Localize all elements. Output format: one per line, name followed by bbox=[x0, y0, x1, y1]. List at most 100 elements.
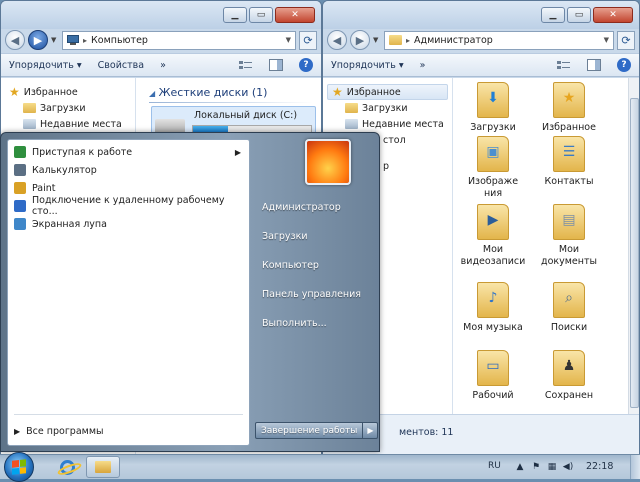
documents-icon: ▤ bbox=[553, 204, 585, 240]
volume-icon[interactable]: ◀) bbox=[562, 462, 574, 472]
view-options-icon[interactable] bbox=[239, 59, 253, 71]
organize-button[interactable]: Упорядочить ▾ bbox=[331, 60, 404, 71]
forward-button[interactable]: ▶ bbox=[28, 30, 48, 50]
nav-favorites[interactable]: ★ Избранное bbox=[327, 84, 448, 100]
start-link[interactable]: Администратор bbox=[255, 193, 375, 222]
recent-places-icon bbox=[345, 119, 358, 129]
nav-downloads[interactable]: Загрузки bbox=[1, 100, 135, 116]
refresh-button[interactable]: ⟳ bbox=[299, 30, 317, 50]
program-item[interactable]: Экранная лупа bbox=[8, 215, 249, 233]
start-menu: Приступая к работе ▶ Калькулятор Paint Подкл… bbox=[0, 132, 380, 452]
user-picture[interactable] bbox=[305, 139, 351, 185]
minimize-button[interactable]: ▁ bbox=[223, 7, 247, 23]
nav-recent-places[interactable]: Недавние места bbox=[323, 116, 452, 132]
back-button[interactable]: ◀ bbox=[5, 30, 25, 50]
all-programs-button[interactable]: ▶ Все программы bbox=[14, 426, 104, 437]
program-item[interactable]: Калькулятор bbox=[8, 161, 249, 179]
folder-item[interactable]: ⌕ Поиски bbox=[534, 282, 604, 334]
help-icon[interactable]: ? bbox=[299, 58, 313, 72]
start-button[interactable] bbox=[4, 452, 34, 482]
maximize-button[interactable]: ▭ bbox=[567, 7, 591, 23]
nav-downloads[interactable]: Загрузки bbox=[323, 100, 452, 116]
pictures-icon: ▣ bbox=[477, 136, 509, 172]
preview-pane-icon[interactable] bbox=[269, 59, 283, 71]
folder-item[interactable]: ▶ Мои видеозаписи bbox=[458, 204, 528, 268]
video-icon: ▶ bbox=[477, 204, 509, 240]
close-button[interactable]: ✕ bbox=[593, 7, 633, 23]
computer-icon bbox=[67, 35, 79, 45]
preview-pane-icon[interactable] bbox=[587, 59, 601, 71]
vertical-scrollbar[interactable] bbox=[628, 78, 639, 414]
clock[interactable]: 22:18 bbox=[586, 461, 613, 472]
folder-label: Загрузки bbox=[470, 122, 516, 133]
address-bar[interactable]: ▸ Компьютер ▼ bbox=[62, 30, 296, 50]
help-icon[interactable]: ? bbox=[617, 58, 631, 72]
programs-list: Приступая к работе ▶ Калькулятор Paint Подкл… bbox=[7, 139, 250, 446]
start-link[interactable]: Выполнить... bbox=[255, 309, 375, 338]
title-bar[interactable]: ▁ ▭ ✕ bbox=[323, 1, 639, 29]
folder-item[interactable]: ⬇ Загрузки bbox=[458, 82, 528, 134]
language-indicator[interactable]: RU bbox=[488, 461, 501, 471]
organize-button[interactable]: Упорядочить ▾ bbox=[9, 60, 82, 71]
windows-logo-icon bbox=[12, 459, 26, 475]
group-header-hard-drives[interactable]: ◢ Жесткие диски (1) bbox=[149, 86, 267, 99]
nav-favorites[interactable]: ★ Избранное bbox=[1, 84, 135, 100]
address-dropdown-icon[interactable]: ▼ bbox=[286, 36, 295, 44]
maximize-button[interactable]: ▭ bbox=[249, 7, 273, 23]
program-label: Paint bbox=[32, 182, 56, 194]
taskbar-internet-explorer[interactable] bbox=[50, 456, 84, 478]
title-bar[interactable]: ▁ ▭ ✕ bbox=[1, 1, 321, 29]
desktop-icon: ▭ bbox=[477, 350, 509, 386]
internet-explorer-icon bbox=[59, 459, 75, 475]
item-count-text: ментов: 11 bbox=[399, 427, 454, 438]
refresh-button[interactable]: ⟳ bbox=[617, 30, 635, 50]
start-link[interactable]: Панель управления bbox=[255, 280, 375, 309]
tray-arrow-icon[interactable]: ▲ bbox=[514, 462, 526, 472]
folder-item[interactable]: ▣ Изображе ния bbox=[458, 136, 528, 200]
nav-recent-places[interactable]: Недавние места bbox=[1, 116, 135, 132]
command-bar: Упорядочить ▾ » ? bbox=[323, 53, 639, 77]
program-label: Экранная лупа bbox=[32, 218, 107, 230]
group-divider bbox=[149, 102, 313, 103]
recent-pages-dropdown[interactable]: ▼ bbox=[51, 36, 59, 44]
close-button[interactable]: ✕ bbox=[275, 7, 315, 23]
user-folder-icon bbox=[389, 35, 402, 45]
folder-item[interactable]: ▤ Мои документы bbox=[534, 204, 604, 268]
view-options-icon[interactable] bbox=[557, 59, 571, 71]
folder-item[interactable]: ♪ Моя музыка bbox=[458, 282, 528, 334]
more-commands-button[interactable]: » bbox=[160, 60, 166, 71]
action-center-icon[interactable]: ⚑ bbox=[530, 462, 542, 472]
start-link[interactable]: Загрузки bbox=[255, 222, 375, 251]
back-button[interactable]: ◀ bbox=[327, 30, 347, 50]
folder-item[interactable]: ▭ Рабочий bbox=[458, 350, 528, 402]
shutdown-options-button[interactable]: ▶ bbox=[363, 422, 379, 439]
address-bar[interactable]: ▸ Администратор ▼ bbox=[384, 30, 614, 50]
start-link[interactable]: Компьютер bbox=[255, 251, 375, 280]
breadcrumb-separator[interactable]: ▸ bbox=[406, 36, 410, 45]
breadcrumb-separator[interactable]: ▸ bbox=[83, 36, 87, 45]
folder-item[interactable]: ☰ Контакты bbox=[534, 136, 604, 188]
explorer-folder-icon bbox=[95, 461, 111, 473]
program-icon bbox=[14, 200, 26, 212]
recent-pages-dropdown[interactable]: ▼ bbox=[373, 36, 381, 44]
program-item[interactable]: Подключение к удаленному рабочему сто... bbox=[8, 195, 249, 217]
folder-label: Изображе ния bbox=[467, 176, 519, 199]
address-text[interactable]: Администратор bbox=[414, 35, 493, 46]
start-menu-links: Администратор Загрузки Компьютер Панель упр… bbox=[255, 193, 375, 338]
network-icon[interactable]: ▦ bbox=[546, 462, 558, 472]
show-desktop-button[interactable] bbox=[630, 455, 640, 479]
minimize-button[interactable]: ▁ bbox=[541, 7, 565, 23]
taskbar-explorer[interactable] bbox=[86, 456, 120, 478]
address-dropdown-icon[interactable]: ▼ bbox=[604, 36, 613, 44]
shutdown-button[interactable]: Завершение работы bbox=[255, 422, 364, 439]
program-item[interactable]: Приступая к работе ▶ bbox=[8, 143, 249, 161]
folder-item[interactable]: ♟ Сохранен bbox=[534, 350, 604, 402]
properties-button[interactable]: Свойства bbox=[98, 60, 144, 71]
more-commands-button[interactable]: » bbox=[420, 60, 426, 71]
scrollbar-thumb[interactable] bbox=[630, 98, 639, 408]
star-icon: ★ bbox=[9, 85, 20, 99]
forward-button[interactable]: ▶ bbox=[350, 30, 370, 50]
address-text[interactable]: Компьютер bbox=[91, 35, 148, 46]
folder-item[interactable]: ★ Избранное bbox=[534, 82, 604, 134]
magnifier-icon: ⌕ bbox=[553, 282, 585, 318]
